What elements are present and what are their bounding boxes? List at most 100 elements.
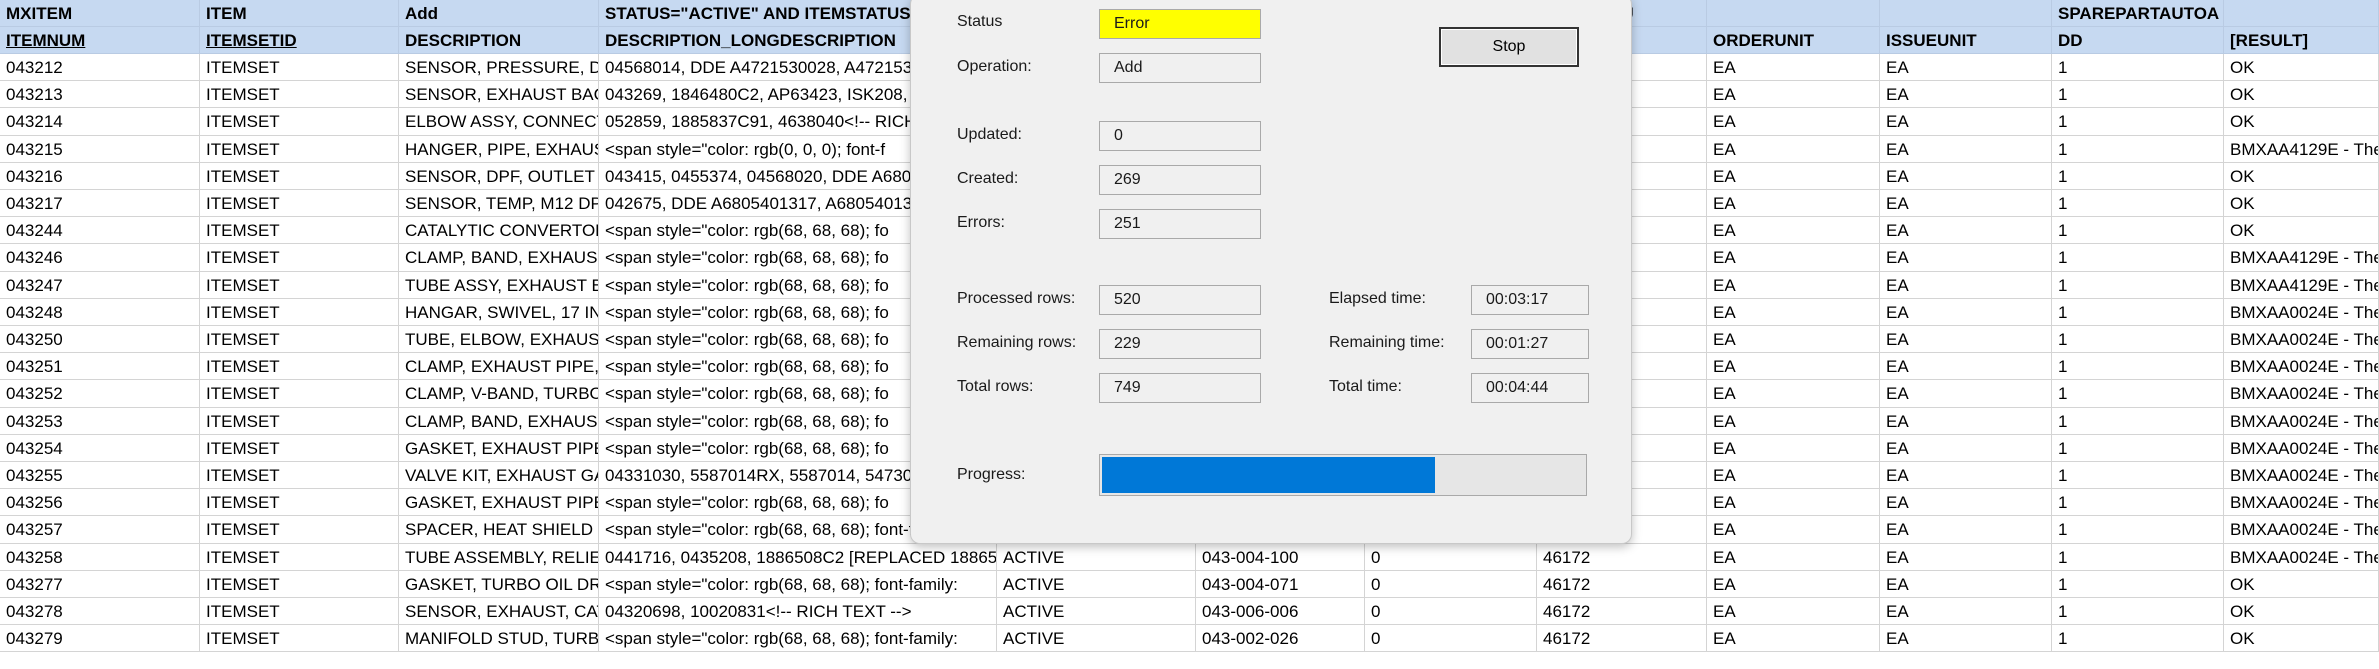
table-cell[interactable]: SPACER, HEAT SHIELD (399, 516, 599, 544)
column-header-cell[interactable]: [RESULT] (2224, 27, 2379, 54)
table-cell[interactable]: 0441716, 0435208, 1886508C2 [REPLACED 18… (599, 543, 997, 571)
table-cell[interactable]: EA (1707, 625, 1880, 653)
table-cell[interactable]: 1 (2052, 570, 2224, 598)
table-cell[interactable]: ITEMSET (200, 108, 399, 136)
table-cell[interactable]: 0 (1365, 543, 1537, 571)
table-cell[interactable]: EA (1707, 407, 1880, 435)
table-cell[interactable]: 043216 (0, 162, 200, 190)
table-cell[interactable]: EA (1707, 462, 1880, 490)
table-cell[interactable]: EA (1880, 108, 2052, 136)
table-cell[interactable]: EA (1707, 326, 1880, 354)
table-cell[interactable]: <span style="color: rgb(68, 68, 68); fon… (599, 570, 997, 598)
table-cell[interactable]: GASKET, TURBO OIL DRA (399, 570, 599, 598)
table-cell[interactable]: EA (1707, 108, 1880, 136)
table-cell[interactable]: EA (1707, 271, 1880, 299)
table-cell[interactable]: BMXAA0024E - The (2224, 462, 2379, 490)
column-header-cell[interactable]: DESCRIPTION (399, 27, 599, 54)
table-cell[interactable]: BMXAA0024E - The (2224, 434, 2379, 462)
table-cell[interactable]: 1 (2052, 298, 2224, 326)
table-cell[interactable]: 1 (2052, 108, 2224, 136)
table-cell[interactable]: OK (2224, 625, 2379, 653)
table-cell[interactable]: EA (1880, 543, 2052, 571)
table-cell[interactable]: MANIFOLD STUD, TURB (399, 625, 599, 653)
table-cell[interactable]: 1 (2052, 135, 2224, 163)
table-cell[interactable]: EA (1880, 298, 2052, 326)
table-cell[interactable]: CATALYTIC CONVERTOF (399, 217, 599, 245)
table-cell[interactable]: CLAMP, BAND, EXHAUS (399, 407, 599, 435)
table-cell[interactable]: ACTIVE (997, 598, 1196, 626)
table-cell[interactable]: 1 (2052, 380, 2224, 408)
table-cell[interactable]: EA (1880, 244, 2052, 272)
table-cell[interactable]: 043-002-026 (1196, 625, 1365, 653)
table-cell[interactable]: EA (1707, 81, 1880, 109)
table-cell[interactable]: EA (1880, 570, 2052, 598)
table-cell[interactable]: 043215 (0, 135, 200, 163)
table-cell[interactable]: 46172 (1537, 543, 1707, 571)
table-cell[interactable]: 1 (2052, 217, 2224, 245)
table-cell[interactable]: ITEMSET (200, 162, 399, 190)
table-cell[interactable]: OK (2224, 54, 2379, 82)
table-cell[interactable]: ITEMSET (200, 434, 399, 462)
table-cell[interactable]: 1 (2052, 625, 2224, 653)
table-cell[interactable]: 46172 (1537, 625, 1707, 653)
header-top-cell[interactable] (2224, 0, 2379, 27)
table-cell[interactable]: 0 (1365, 598, 1537, 626)
table-cell[interactable]: EA (1880, 462, 2052, 490)
table-cell[interactable]: 043252 (0, 380, 200, 408)
header-top-cell[interactable]: ITEM (200, 0, 399, 27)
table-cell[interactable]: 1 (2052, 462, 2224, 490)
table-cell[interactable]: 1 (2052, 81, 2224, 109)
header-top-cell[interactable]: Add (399, 0, 599, 27)
table-cell[interactable]: 043-004-071 (1196, 570, 1365, 598)
table-cell[interactable]: 043-004-100 (1196, 543, 1365, 571)
table-cell[interactable]: 1 (2052, 598, 2224, 626)
table-cell[interactable]: 043214 (0, 108, 200, 136)
table-cell[interactable]: ITEMSET (200, 407, 399, 435)
table-cell[interactable]: 1 (2052, 54, 2224, 82)
table-cell[interactable]: OK (2224, 217, 2379, 245)
header-top-cell[interactable]: MXITEM (0, 0, 200, 27)
table-cell[interactable]: ITEMSET (200, 516, 399, 544)
table-cell[interactable]: EA (1880, 516, 2052, 544)
table-cell[interactable]: 043250 (0, 326, 200, 354)
table-cell[interactable]: 043253 (0, 407, 200, 435)
table-cell[interactable]: ITEMSET (200, 326, 399, 354)
table-cell[interactable]: EA (1707, 135, 1880, 163)
table-cell[interactable]: 46172 (1537, 570, 1707, 598)
table-cell[interactable]: EA (1880, 353, 2052, 381)
table-cell[interactable]: CLAMP, EXHAUST PIPE, (399, 353, 599, 381)
table-cell[interactable]: VALVE KIT, EXHAUST GA (399, 462, 599, 490)
table-cell[interactable]: EA (1707, 298, 1880, 326)
column-header-cell[interactable]: ITEMSETID (200, 27, 399, 54)
table-cell[interactable]: ITEMSET (200, 190, 399, 218)
table-cell[interactable]: OK (2224, 108, 2379, 136)
table-cell[interactable]: EA (1707, 380, 1880, 408)
table-cell[interactable]: 043244 (0, 217, 200, 245)
table-cell[interactable]: EA (1707, 162, 1880, 190)
table-cell[interactable]: EA (1707, 217, 1880, 245)
table-cell[interactable]: BMXAA4129E - The (2224, 244, 2379, 272)
table-cell[interactable]: EA (1880, 135, 2052, 163)
table-cell[interactable]: EA (1707, 543, 1880, 571)
table-cell[interactable]: BMXAA0024E - The (2224, 380, 2379, 408)
table-cell[interactable]: ITEMSET (200, 625, 399, 653)
table-cell[interactable]: EA (1707, 54, 1880, 82)
stop-button[interactable]: Stop (1439, 27, 1579, 67)
column-header-cell[interactable]: ITEMNUM (0, 27, 200, 54)
table-cell[interactable]: EA (1707, 598, 1880, 626)
table-cell[interactable]: 1 (2052, 543, 2224, 571)
table-cell[interactable]: EA (1880, 625, 2052, 653)
table-cell[interactable]: EA (1880, 54, 2052, 82)
table-cell[interactable]: 043247 (0, 271, 200, 299)
table-cell[interactable]: SENSOR, DPF, OUTLET T (399, 162, 599, 190)
table-cell[interactable]: 0 (1365, 570, 1537, 598)
table-cell[interactable]: EA (1707, 570, 1880, 598)
table-cell[interactable]: BMXAA0024E - The (2224, 353, 2379, 381)
header-top-cell[interactable] (1707, 0, 1880, 27)
table-cell[interactable]: EA (1880, 326, 2052, 354)
column-header-cell[interactable]: ORDERUNIT (1707, 27, 1880, 54)
table-cell[interactable]: BMXAA0024E - The (2224, 489, 2379, 517)
table-cell[interactable]: OK (2224, 598, 2379, 626)
table-cell[interactable]: SENSOR, EXHAUST BACI (399, 81, 599, 109)
table-cell[interactable]: 1 (2052, 244, 2224, 272)
